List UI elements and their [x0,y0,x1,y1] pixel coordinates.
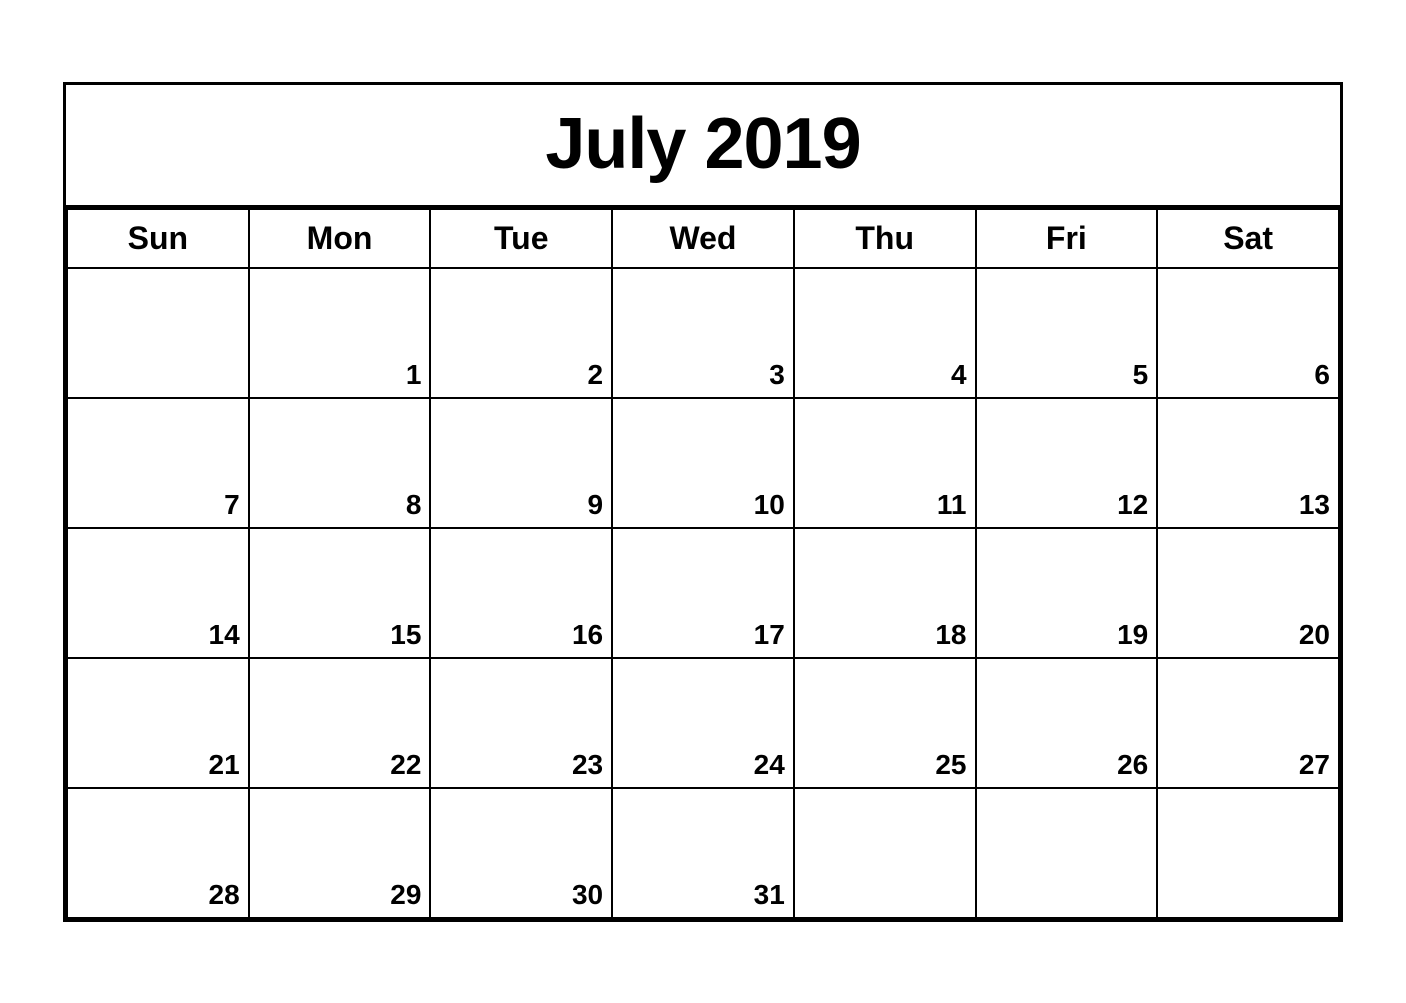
calendar-day: 29 [249,788,431,918]
calendar-day: 31 [612,788,794,918]
day-header-sat: Sat [1157,209,1339,268]
calendar-day: 15 [249,528,431,658]
calendar-grid: SunMonTueWedThuFriSat 123456789101112131… [66,208,1340,919]
calendar-day: 12 [976,398,1158,528]
calendar-day: 20 [1157,528,1339,658]
calendar-day: 6 [1157,268,1339,398]
calendar-day: 16 [430,528,612,658]
calendar-day: 21 [67,658,249,788]
calendar-day: 3 [612,268,794,398]
calendar-day: 22 [249,658,431,788]
calendar-day: 17 [612,528,794,658]
calendar-day: 2 [430,268,612,398]
calendar-day: 30 [430,788,612,918]
calendar-week-row: 123456 [67,268,1339,398]
calendar-day: 11 [794,398,976,528]
calendar-container: July 2019 SunMonTueWedThuFriSat 12345678… [63,82,1343,922]
calendar-week-row: 78910111213 [67,398,1339,528]
calendar-day: 24 [612,658,794,788]
calendar-day: 14 [67,528,249,658]
calendar-day-empty [794,788,976,918]
calendar-day: 1 [249,268,431,398]
calendar-day: 4 [794,268,976,398]
calendar-day: 28 [67,788,249,918]
day-header-thu: Thu [794,209,976,268]
calendar-day: 26 [976,658,1158,788]
day-header-sun: Sun [67,209,249,268]
calendar-day: 5 [976,268,1158,398]
days-header-row: SunMonTueWedThuFriSat [67,209,1339,268]
day-header-wed: Wed [612,209,794,268]
calendar-day: 10 [612,398,794,528]
day-header-fri: Fri [976,209,1158,268]
calendar-day-empty [1157,788,1339,918]
calendar-week-row: 28293031 [67,788,1339,918]
calendar-day: 7 [67,398,249,528]
day-header-tue: Tue [430,209,612,268]
calendar-day: 8 [249,398,431,528]
calendar-day: 27 [1157,658,1339,788]
calendar-day: 23 [430,658,612,788]
calendar-day-empty [67,268,249,398]
calendar-week-row: 21222324252627 [67,658,1339,788]
calendar-day: 9 [430,398,612,528]
calendar-title: July 2019 [66,85,1340,208]
calendar-week-row: 14151617181920 [67,528,1339,658]
calendar-day: 25 [794,658,976,788]
calendar-day: 18 [794,528,976,658]
calendar-day: 19 [976,528,1158,658]
day-header-mon: Mon [249,209,431,268]
calendar-day: 13 [1157,398,1339,528]
calendar-day-empty [976,788,1158,918]
